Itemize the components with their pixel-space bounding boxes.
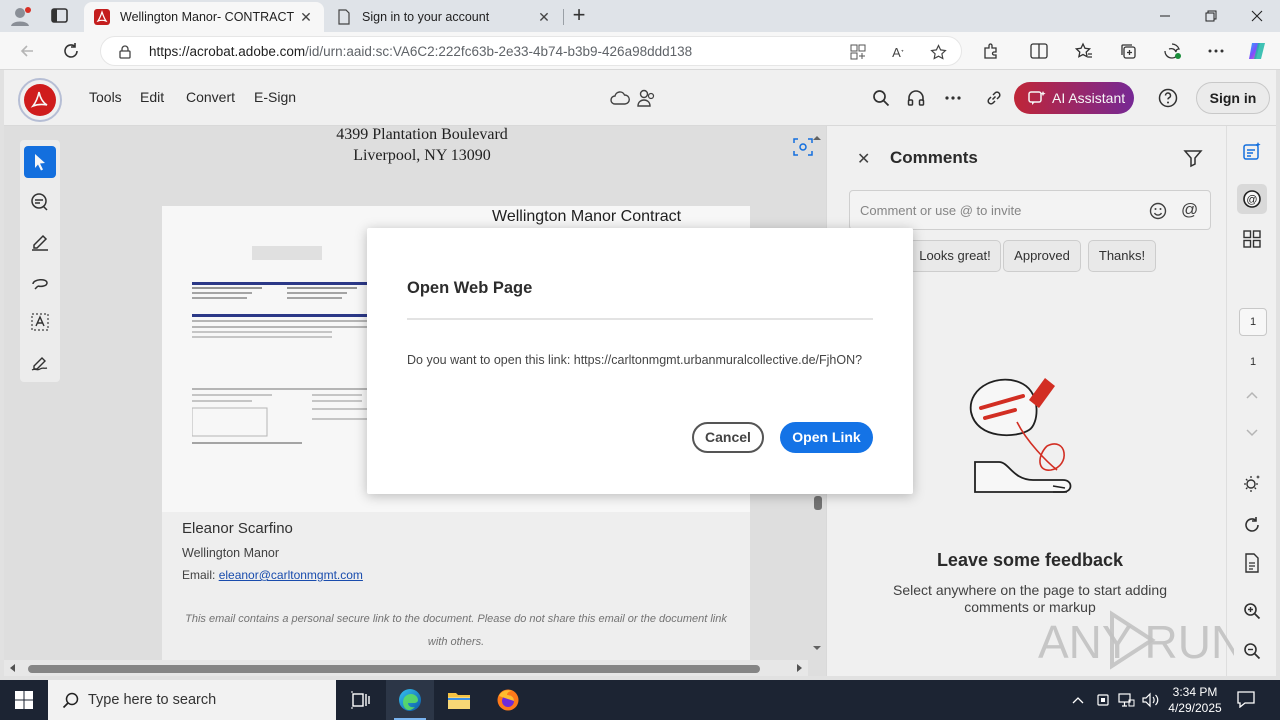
- favorites-icon[interactable]: [1073, 40, 1095, 62]
- taskbar-search-placeholder: Type here to search: [88, 692, 217, 708]
- network-icon[interactable]: [1116, 690, 1136, 710]
- app-available-icon[interactable]: [849, 43, 867, 61]
- restore-button[interactable]: [1188, 0, 1234, 32]
- close-window-button[interactable]: [1234, 0, 1280, 32]
- refresh-button[interactable]: [60, 40, 82, 62]
- cancel-button[interactable]: Cancel: [692, 422, 764, 453]
- show-hidden-icons[interactable]: [1068, 690, 1088, 710]
- collections-icon[interactable]: [1117, 40, 1139, 62]
- file-explorer-icon[interactable]: [435, 680, 483, 720]
- copilot-icon[interactable]: [1246, 40, 1268, 62]
- adobe-pdf-icon: [94, 9, 110, 25]
- firefox-icon[interactable]: [484, 680, 532, 720]
- extensions-icon[interactable]: [980, 40, 1002, 62]
- notification-icon[interactable]: [1236, 690, 1258, 710]
- back-button[interactable]: [16, 40, 38, 62]
- task-view-icon[interactable]: [336, 680, 384, 720]
- more-options-icon[interactable]: [1205, 40, 1227, 62]
- url-text[interactable]: https://acrobat.adobe.com/id/urn:aaid:sc…: [149, 44, 692, 59]
- volume-icon[interactable]: [1140, 690, 1160, 710]
- read-aloud-icon[interactable]: Aᐩ: [889, 43, 907, 61]
- system-clock[interactable]: 3:34 PM 4/29/2025: [1160, 684, 1230, 716]
- open-link-button[interactable]: Open Link: [780, 422, 873, 453]
- taskbar-search-box[interactable]: Type here to search: [48, 680, 336, 720]
- windows-taskbar: Type here to search 3:34 PM 4/29/2025: [0, 680, 1280, 720]
- dialog-title: Open Web Page: [407, 279, 533, 297]
- split-screen-icon[interactable]: [1028, 40, 1050, 62]
- tab-wellington-manor[interactable]: Wellington Manor- CONTRACT F ✕: [84, 2, 324, 32]
- device-icon[interactable]: [1093, 690, 1113, 710]
- url-bar[interactable]: https://acrobat.adobe.com/id/urn:aaid:sc…: [100, 36, 962, 66]
- tab-sign-in[interactable]: Sign in to your account ✕: [326, 2, 564, 32]
- open-web-page-dialog: Open Web Page Do you want to open this l…: [367, 228, 913, 494]
- clock-date: 4/29/2025: [1168, 701, 1222, 715]
- tab-title: Wellington Manor- CONTRACT F: [120, 10, 298, 24]
- search-icon: [62, 691, 80, 709]
- favorite-star-icon[interactable]: [929, 43, 947, 61]
- tab-title: Sign in to your account: [362, 10, 490, 24]
- profile-icon[interactable]: [10, 6, 32, 26]
- browser-essentials-icon[interactable]: [1161, 40, 1183, 62]
- page-icon: [336, 9, 352, 25]
- clock-time: 3:34 PM: [1172, 685, 1218, 699]
- tab-close-icon[interactable]: ✕: [298, 9, 314, 25]
- new-tab-button[interactable]: +: [568, 4, 590, 26]
- dialog-divider: [407, 318, 873, 320]
- address-row: https://acrobat.adobe.com/id/urn:aaid:sc…: [0, 32, 1280, 70]
- dialog-message: Do you want to open this link: https://c…: [407, 353, 863, 367]
- browser-tab-bar: Wellington Manor- CONTRACT F ✕ Sign in t…: [0, 0, 1280, 32]
- edge-taskbar-icon[interactable]: [386, 680, 434, 720]
- tab-actions-icon[interactable]: [50, 7, 70, 25]
- start-button[interactable]: [0, 680, 48, 720]
- minimize-button[interactable]: [1142, 0, 1188, 32]
- lock-icon[interactable]: [119, 45, 131, 59]
- tab-close-icon[interactable]: ✕: [536, 9, 552, 25]
